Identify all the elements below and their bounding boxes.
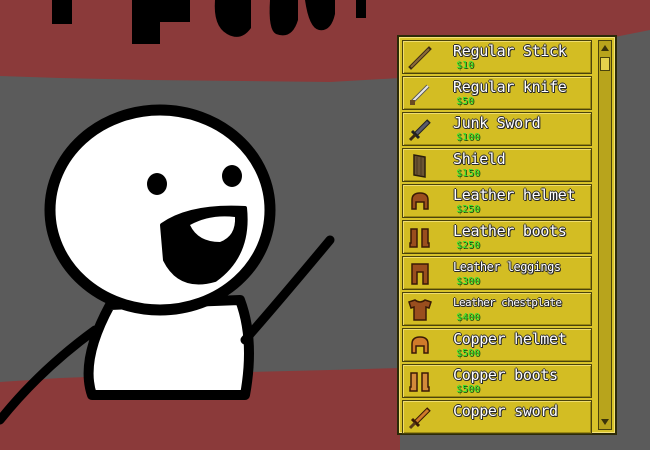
shop-item-list: Regular Stick $10 Regular knife $50 Junk…	[402, 40, 592, 436]
shop-item-leather-helmet[interactable]: Leather helmet $250	[402, 184, 592, 218]
item-price: $500	[456, 384, 481, 395]
leather-boots-icon	[407, 225, 433, 251]
item-name: Junk Sword	[453, 114, 541, 132]
item-name: Leather helmet	[453, 186, 576, 204]
leather-helmet-icon	[407, 189, 433, 215]
item-price: $50	[456, 96, 475, 107]
shop-item-leather-boots[interactable]: Leather boots $250	[402, 220, 592, 254]
item-name: Regular knife	[453, 78, 567, 96]
item-name: Shield	[453, 150, 506, 168]
shop-item-copper-helmet[interactable]: Copper helmet $500	[402, 328, 592, 362]
leather-chestplate-icon	[407, 297, 433, 323]
item-price: $100	[456, 132, 481, 143]
shop-item-leather-chestplate[interactable]: Leather chestplate $400	[402, 292, 592, 326]
shop-item-copper-sword[interactable]: Copper sword	[402, 400, 592, 434]
copper-boots-icon	[407, 369, 433, 395]
item-price: $250	[456, 204, 481, 215]
game-scene: Regular Stick $10 Regular knife $50 Junk…	[0, 0, 650, 450]
item-price: $150	[456, 168, 481, 179]
shop-item-copper-boots[interactable]: Copper boots $500	[402, 364, 592, 398]
copper-sword-icon	[407, 405, 433, 431]
item-price: $500	[456, 348, 481, 359]
scroll-down-arrow-icon[interactable]	[599, 416, 611, 428]
copper-helmet-icon	[407, 333, 433, 359]
shield-icon	[407, 153, 433, 179]
scrollbar-thumb[interactable]	[600, 57, 610, 71]
item-name: Copper sword	[453, 402, 558, 420]
item-price: $400	[456, 312, 481, 323]
shop-item-shield[interactable]: Shield $150	[402, 148, 592, 182]
shop-item-regular-knife[interactable]: Regular knife $50	[402, 76, 592, 110]
item-name: Leather boots	[453, 222, 567, 240]
shop-item-leather-leggings[interactable]: Leather leggings $300	[402, 256, 592, 290]
shop-panel: Regular Stick $10 Regular knife $50 Junk…	[397, 35, 617, 435]
item-name: Copper boots	[453, 366, 558, 384]
shop-item-regular-stick[interactable]: Regular Stick $10	[402, 40, 592, 74]
item-name: Leather leggings	[453, 260, 561, 274]
stick-icon	[407, 45, 433, 71]
item-name: Regular Stick	[453, 42, 567, 60]
junk-sword-icon	[407, 117, 433, 143]
leather-leggings-icon	[407, 261, 433, 287]
item-price: $300	[456, 276, 481, 287]
scroll-up-arrow-icon[interactable]	[599, 42, 611, 54]
item-name: Copper helmet	[453, 330, 567, 348]
item-price: $10	[456, 60, 475, 71]
shop-scrollbar[interactable]	[598, 40, 612, 430]
shop-item-junk-sword[interactable]: Junk Sword $100	[402, 112, 592, 146]
item-name: Leather chestplate	[453, 296, 562, 309]
item-price: $250	[456, 240, 481, 251]
knife-icon	[407, 81, 433, 107]
